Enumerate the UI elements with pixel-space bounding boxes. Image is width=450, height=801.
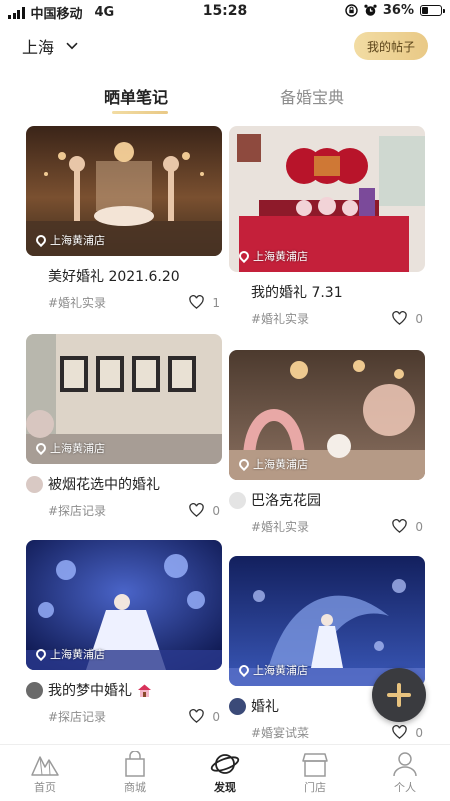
- create-post-button[interactable]: [372, 668, 426, 722]
- heart-icon: [392, 311, 408, 325]
- heart-icon: [392, 725, 408, 739]
- note-card[interactable]: 上海黄浦店 我的梦中婚礼 #探店记录 0: [26, 540, 222, 725]
- note-title: 我的梦中婚礼: [48, 683, 132, 699]
- note-title: 美好婚礼 2021.6.20: [48, 269, 180, 285]
- note-image: 上海黄浦店: [229, 556, 425, 686]
- nav-discover[interactable]: 发现: [190, 751, 260, 795]
- like-button[interactable]: 0: [189, 503, 220, 518]
- note-image: 上海黄浦店: [26, 334, 222, 464]
- note-title: 巴洛克花园: [251, 493, 321, 509]
- my-posts-button[interactable]: 我的帖子: [354, 32, 428, 60]
- note-card[interactable]: 上海黄浦店 我的婚礼 7.31 #婚礼实录 0: [229, 126, 425, 327]
- author-avatar[interactable]: [229, 491, 246, 509]
- note-image: 上海黄浦店: [26, 540, 222, 670]
- nav-profile[interactable]: 个人: [370, 751, 440, 795]
- shopping-bag-icon: [125, 751, 145, 777]
- store-location: 上海黄浦店: [33, 646, 105, 662]
- note-image: 上海黄浦店: [229, 126, 425, 272]
- planet-icon: [210, 754, 240, 774]
- mountain-home-icon: [31, 756, 59, 776]
- person-icon: [393, 752, 417, 777]
- status-bar: 中国移动 4G 15:28 36%: [0, 0, 450, 24]
- note-title: 被烟花选中的婚礼: [48, 477, 160, 493]
- like-count: 0: [415, 519, 423, 534]
- rotation-lock-icon: [345, 4, 358, 17]
- like-count: 0: [212, 709, 220, 724]
- like-button[interactable]: 0: [189, 709, 220, 724]
- like-button[interactable]: 0: [392, 519, 423, 534]
- nav-home[interactable]: 首页: [10, 751, 80, 795]
- note-tag[interactable]: #婚宴试菜: [251, 724, 309, 741]
- note-card[interactable]: 上海黄浦店 被烟花选中的婚礼 #探店记录 0: [26, 334, 222, 519]
- heart-icon: [392, 519, 408, 533]
- header: 上海 我的帖子: [0, 24, 450, 68]
- tab-bar: 晒单笔记 备婚宝典: [0, 80, 450, 116]
- note-image: 上海黄浦店: [26, 126, 222, 256]
- note-tag[interactable]: #婚礼实录: [48, 294, 106, 311]
- like-button[interactable]: 0: [392, 725, 423, 740]
- like-count: 0: [415, 725, 423, 740]
- tab-wedding-guide[interactable]: 备婚宝典: [280, 84, 344, 108]
- author-avatar[interactable]: [26, 475, 43, 493]
- location-pin-icon: [33, 232, 49, 248]
- heart-icon: [189, 503, 205, 517]
- like-count: 0: [415, 311, 423, 326]
- note-tag[interactable]: #探店记录: [48, 502, 106, 519]
- alarm-clock-icon: [364, 4, 377, 16]
- note-tag[interactable]: #探店记录: [48, 708, 106, 725]
- note-card[interactable]: 上海黄浦店 巴洛克花园 #婚礼实录 0: [229, 350, 425, 535]
- note-meta: #探店记录 0: [26, 502, 222, 519]
- note-title: 我的婚礼 7.31: [251, 285, 343, 301]
- note-title: 婚礼: [251, 699, 279, 715]
- status-right: 36%: [345, 3, 445, 18]
- store-icon: [302, 753, 328, 777]
- note-title-row: 巴洛克花园: [229, 490, 425, 510]
- note-title-row: 我的婚礼 7.31: [229, 282, 425, 302]
- like-button[interactable]: 0: [392, 311, 423, 326]
- note-meta: #婚礼实录 1: [26, 294, 222, 311]
- note-meta: #婚礼实录 0: [229, 518, 425, 535]
- city-selector[interactable]: 上海: [22, 34, 78, 58]
- store-location: 上海黄浦店: [236, 456, 308, 472]
- store-location: 上海黄浦店: [33, 440, 105, 456]
- bottom-nav: 首页 商城 发现 门店 个人: [0, 744, 450, 801]
- store-location: 上海黄浦店: [236, 662, 308, 678]
- author-avatar[interactable]: [229, 697, 246, 715]
- note-meta: #探店记录 0: [26, 708, 222, 725]
- note-tag[interactable]: #婚礼实录: [251, 518, 309, 535]
- nav-stores[interactable]: 门店: [280, 751, 350, 795]
- like-count: 1: [212, 295, 220, 310]
- note-card[interactable]: 上海黄浦店 美好婚礼 2021.6.20 #婚礼实录 1: [26, 126, 222, 311]
- note-title-row: 美好婚礼 2021.6.20: [26, 266, 222, 286]
- house-emoji-icon: [138, 684, 151, 697]
- heart-icon: [189, 709, 205, 723]
- note-image: 上海黄浦店: [229, 350, 425, 480]
- store-location: 上海黄浦店: [33, 232, 105, 248]
- heart-icon: [189, 295, 205, 309]
- tab-notes[interactable]: 晒单笔记: [104, 84, 168, 108]
- location-pin-icon: [33, 440, 49, 456]
- location-pin-icon: [33, 646, 49, 662]
- chevron-down-icon: [66, 42, 78, 50]
- store-location: 上海黄浦店: [236, 248, 308, 264]
- location-pin-icon: [236, 248, 252, 264]
- location-pin-icon: [236, 662, 252, 678]
- note-meta: #婚礼实录 0: [229, 310, 425, 327]
- battery-percent: 36%: [382, 3, 414, 18]
- note-tag[interactable]: #婚礼实录: [251, 310, 309, 327]
- note-title-row: 被烟花选中的婚礼: [26, 474, 222, 494]
- battery-icon: [420, 5, 445, 16]
- like-count: 0: [212, 503, 220, 518]
- tab-indicator: [112, 111, 168, 114]
- notes-feed[interactable]: 上海黄浦店 美好婚礼 2021.6.20 #婚礼实录 1 上海黄浦店 我的婚礼 …: [0, 124, 450, 744]
- city-label: 上海: [22, 38, 55, 57]
- note-meta: #婚宴试菜 0: [229, 724, 425, 741]
- author-avatar[interactable]: [26, 681, 43, 699]
- like-button[interactable]: 1: [189, 295, 220, 310]
- nav-mall[interactable]: 商城: [100, 751, 170, 795]
- location-pin-icon: [236, 456, 252, 472]
- note-title-row: 我的梦中婚礼: [26, 680, 222, 700]
